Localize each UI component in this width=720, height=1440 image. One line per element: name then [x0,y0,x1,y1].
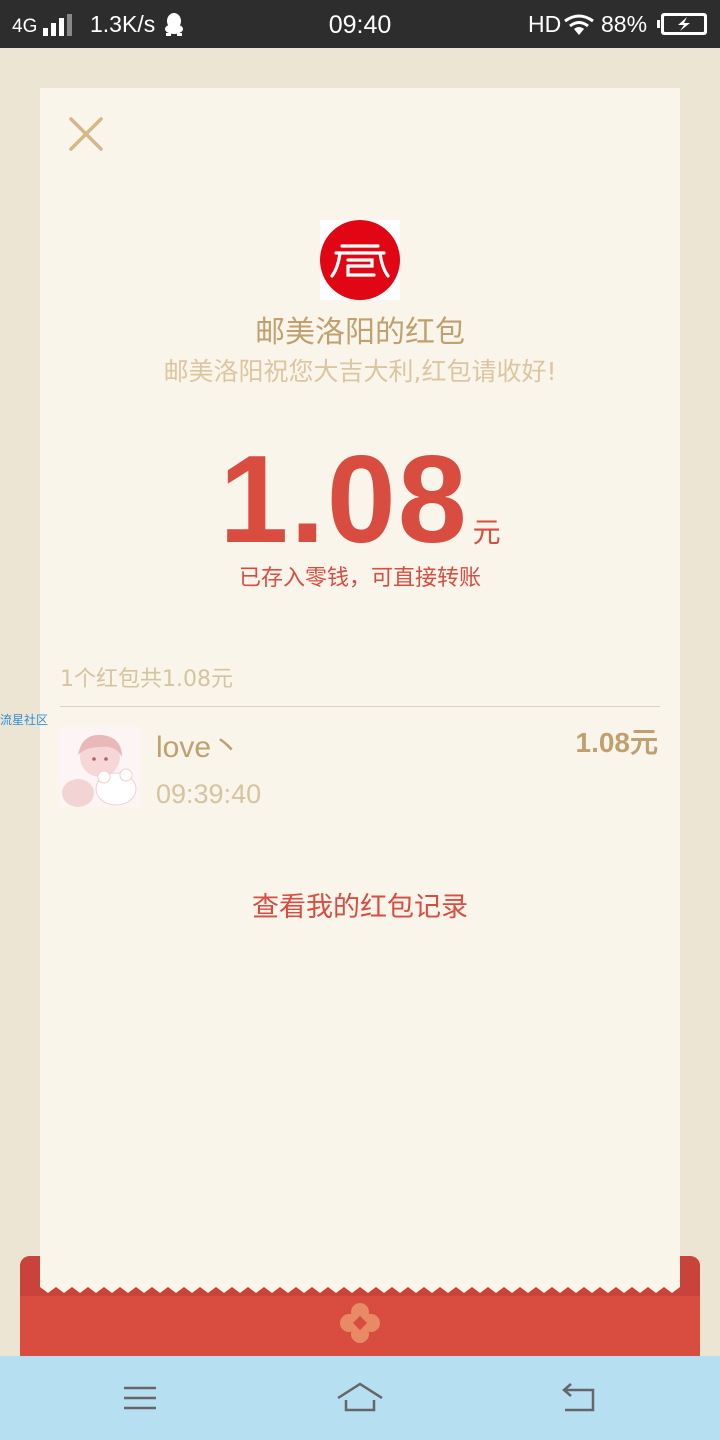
record-time: 09:39:40 [156,779,262,809]
sender-logo-icon [320,220,400,300]
view-my-red-packet-history-link[interactable]: 查看我的红包记录 [40,890,680,926]
battery-percent: 88% [601,11,648,37]
watermark: 流星社区 [0,713,49,727]
sender-title: 邮美洛阳的红包 [255,315,465,350]
amount-value: 1.08 [219,431,469,569]
menu-icon[interactable] [116,1376,164,1420]
back-icon[interactable] [555,1376,603,1420]
flower-icon [340,1303,380,1343]
record-name: love丶 [156,731,242,764]
hd-indicator: HD [528,11,562,37]
saved-to-balance-note: 已存入零钱，可直接转账 [238,566,481,591]
home-icon[interactable] [336,1376,384,1420]
card-zigzag-edge [40,1283,680,1293]
packet-summary: 1个红包共1.08元 [60,667,233,692]
system-navigation-bar [0,1356,720,1440]
received-amount: 1.08 元 [40,435,680,565]
greeting-message: 邮美洛阳祝您大吉大利,红包请收好! [163,357,557,386]
amount-unit: 元 [472,516,501,549]
status-bar: 4G 1.3K/s 09:40 HD 88% [0,0,720,48]
avatar[interactable] [60,727,140,807]
divider [60,706,660,707]
record-amount: 1.08元 [575,727,659,758]
wifi-icon [564,14,594,35]
close-icon[interactable] [66,114,106,154]
battery-icon [657,13,707,35]
